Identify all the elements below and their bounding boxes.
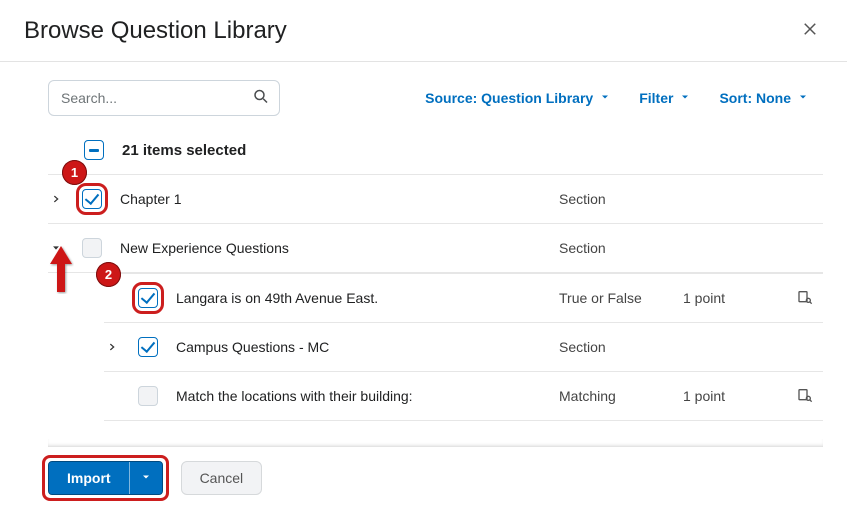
dialog-footer: Import Cancel xyxy=(0,447,847,515)
row-points: 1 point xyxy=(683,388,783,404)
row-title: Langara is on 49th Avenue East. xyxy=(176,290,378,306)
import-button-label: Import xyxy=(67,470,111,486)
source-dropdown-label: Source: Question Library xyxy=(425,90,593,106)
filter-dropdown[interactable]: Filter xyxy=(639,88,691,108)
expand-toggle[interactable] xyxy=(48,194,64,204)
source-dropdown[interactable]: Source: Question Library xyxy=(425,88,611,108)
row-type: Section xyxy=(559,240,683,256)
nested-list: Langara is on 49th Avenue East. True or … xyxy=(104,273,823,421)
toolbar: Source: Question Library Filter Sort: No… xyxy=(48,80,823,116)
chevron-down-icon xyxy=(679,90,691,106)
preview-icon[interactable] xyxy=(797,390,813,406)
row-match: Match the locations with their building:… xyxy=(104,372,823,421)
row-chapter1: Chapter 1 Section xyxy=(48,175,823,224)
row-points: 1 point xyxy=(683,290,783,306)
filter-bar: Source: Question Library Filter Sort: No… xyxy=(425,88,809,108)
annotation-badge-2: 2 xyxy=(96,262,121,287)
footer-divider xyxy=(48,439,823,447)
filter-dropdown-label: Filter xyxy=(639,90,673,106)
row-checkbox-campus[interactable] xyxy=(138,337,158,357)
cancel-button-label: Cancel xyxy=(200,470,244,486)
row-title: Match the locations with their building: xyxy=(176,388,413,404)
import-button[interactable]: Import xyxy=(49,462,129,494)
row-checkbox-langara[interactable] xyxy=(138,288,158,308)
collapse-toggle[interactable] xyxy=(48,243,64,253)
row-type: Section xyxy=(559,191,683,207)
sort-dropdown-label: Sort: None xyxy=(719,90,791,106)
selection-summary-text: 21 items selected xyxy=(122,142,246,159)
row-checkbox-newexp[interactable] xyxy=(82,238,102,258)
select-all-checkbox-indeterminate[interactable] xyxy=(84,140,104,160)
row-title: New Experience Questions xyxy=(120,240,289,256)
row-title: Chapter 1 xyxy=(120,191,181,207)
row-type: Section xyxy=(559,339,683,355)
close-icon xyxy=(801,26,819,41)
cancel-button[interactable]: Cancel xyxy=(181,461,263,495)
dialog-header: Browse Question Library xyxy=(0,0,847,62)
row-checkbox-chapter1[interactable] xyxy=(82,189,102,209)
chevron-down-icon xyxy=(599,90,611,106)
import-button-dropdown[interactable] xyxy=(129,462,162,494)
row-checkbox-match[interactable] xyxy=(138,386,158,406)
import-button-highlight: Import xyxy=(48,461,163,495)
selection-summary-row: 21 items selected xyxy=(48,136,823,174)
row-title: Campus Questions - MC xyxy=(176,339,329,355)
sort-dropdown[interactable]: Sort: None xyxy=(719,88,809,108)
row-newexp: New Experience Questions Section xyxy=(48,224,823,273)
close-button[interactable] xyxy=(797,16,823,45)
row-type: True or False xyxy=(559,290,683,306)
chevron-down-icon xyxy=(797,90,809,106)
chevron-down-icon xyxy=(140,471,152,486)
search-field-wrap xyxy=(48,80,280,116)
annotation-badge-1: 1 xyxy=(62,160,87,185)
row-type: Matching xyxy=(559,388,683,404)
search-input[interactable] xyxy=(48,80,280,116)
dialog-title: Browse Question Library xyxy=(24,17,287,45)
row-langara: Langara is on 49th Avenue East. True or … xyxy=(104,274,823,323)
expand-toggle[interactable] xyxy=(104,342,120,352)
import-split-button: Import xyxy=(48,461,163,495)
preview-icon[interactable] xyxy=(797,292,813,308)
question-list: Chapter 1 Section New Experience Questio… xyxy=(48,174,823,421)
row-campus: Campus Questions - MC Section xyxy=(104,323,823,372)
